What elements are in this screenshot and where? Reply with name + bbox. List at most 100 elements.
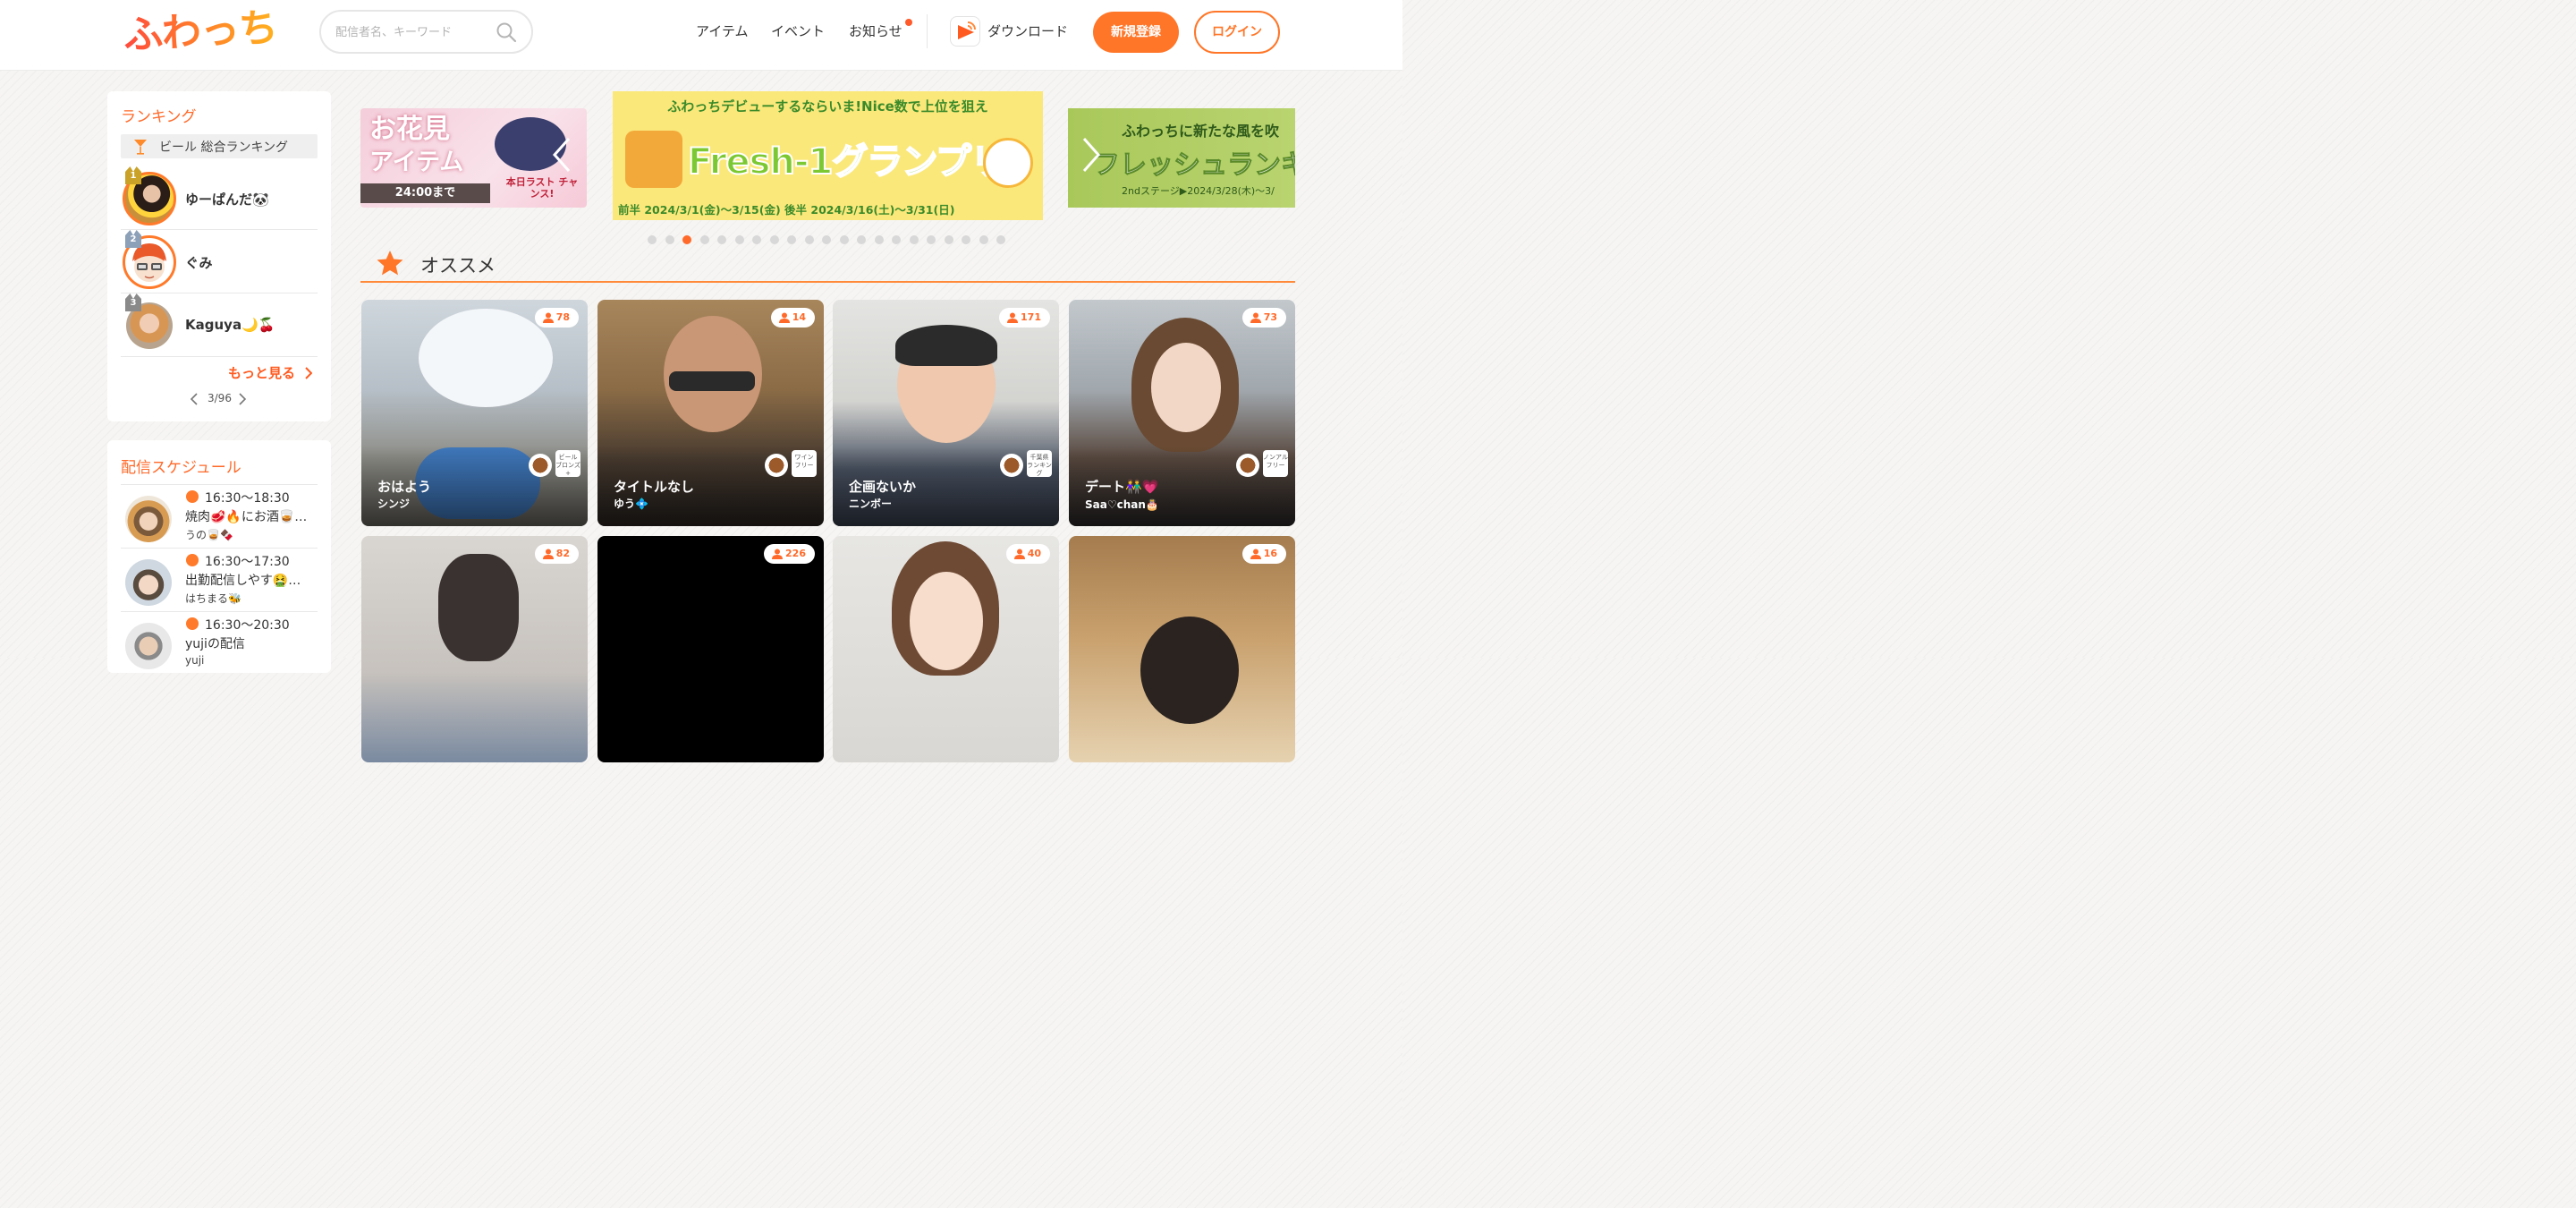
tile-photo-sunglasses bbox=[669, 371, 755, 391]
carousel-dot[interactable] bbox=[769, 235, 779, 244]
ranking-category-selector[interactable]: ビール 総合ランキング bbox=[121, 134, 318, 158]
stream-tile[interactable]: 73 ノンアル フリー デート👫💗 Saa♡chan🎂 bbox=[1069, 300, 1295, 526]
carousel-dot[interactable] bbox=[822, 235, 831, 244]
tile-user: Saa♡chan🎂 bbox=[1085, 498, 1159, 511]
tile-photo-hair bbox=[1140, 617, 1239, 724]
schedule-row[interactable]: 16:30〜20:30 yujiの配信 yuji bbox=[121, 611, 318, 675]
banner-fresh1-top: ふわっちデビューするならいま!Nice数で上位を狙え bbox=[667, 98, 988, 115]
stream-tile[interactable]: 40 bbox=[833, 536, 1059, 762]
chevron-right-icon[interactable] bbox=[238, 393, 247, 405]
carousel-dot[interactable] bbox=[717, 235, 726, 244]
site-logo[interactable]: ふわっち bbox=[122, 0, 278, 64]
rank-crown-gold: 1 bbox=[125, 166, 141, 184]
ranking-name: ゆーぱんだ🐼 bbox=[185, 191, 269, 208]
download-link[interactable]: ダウンロード bbox=[987, 21, 1068, 40]
login-button[interactable]: ログイン bbox=[1194, 11, 1280, 54]
schedule-user: うの🥃🍫 bbox=[185, 529, 233, 541]
carousel-dot[interactable] bbox=[909, 235, 919, 244]
banner-hanami-line2: アイテム bbox=[369, 149, 464, 176]
ranking-row[interactable]: 3 Kaguya🌙🍒 bbox=[121, 293, 318, 357]
carousel-prev-icon[interactable] bbox=[551, 136, 572, 180]
ranking-more-link[interactable]: もっと見る bbox=[228, 363, 313, 382]
carousel-dot[interactable] bbox=[665, 235, 674, 244]
carousel-dot[interactable] bbox=[734, 235, 744, 244]
chevron-left-icon[interactable] bbox=[190, 393, 199, 405]
tile-user: ニンボー bbox=[849, 498, 893, 510]
tile-title: おはよう bbox=[377, 479, 432, 495]
viewer-count-value: 14 bbox=[792, 311, 806, 323]
nav-notices[interactable]: お知らせ bbox=[849, 21, 902, 40]
ranking-category-label: ビール 総合ランキング bbox=[159, 140, 289, 155]
viewer-count: 226 bbox=[764, 544, 815, 564]
schedule-title: 配信スケジュール bbox=[121, 459, 242, 477]
banner-fresh1[interactable]: ふわっちデビューするならいま!Nice数で上位を狙え Fresh-1グランプリ … bbox=[613, 91, 1043, 220]
schedule-time: 16:30〜17:30 bbox=[205, 555, 290, 569]
search-icon[interactable] bbox=[496, 21, 517, 43]
carousel-dot[interactable] bbox=[699, 235, 709, 244]
viewer-count: 40 bbox=[1005, 544, 1050, 564]
carousel-dot[interactable] bbox=[979, 235, 988, 244]
schedule-time: 16:30〜18:30 bbox=[205, 491, 290, 506]
carousel-dot[interactable] bbox=[962, 235, 970, 244]
carousel-dot[interactable] bbox=[892, 235, 901, 244]
person-icon bbox=[542, 549, 554, 559]
stream-tile[interactable]: 226 bbox=[597, 536, 824, 762]
carousel-dot[interactable] bbox=[804, 235, 814, 244]
carousel-dot[interactable] bbox=[648, 235, 657, 244]
carousel-dot[interactable] bbox=[874, 235, 884, 244]
download-app-icon[interactable] bbox=[950, 16, 980, 47]
tile-title: タイトルなし bbox=[614, 479, 695, 495]
viewer-count: 16 bbox=[1241, 544, 1286, 564]
avatar bbox=[125, 496, 172, 542]
nav-items[interactable]: アイテム bbox=[696, 21, 749, 40]
recommend-title: オススメ bbox=[420, 255, 496, 276]
viewer-count: 171 bbox=[999, 308, 1050, 328]
carousel-dot[interactable] bbox=[787, 235, 796, 244]
tile-tag: ワイン フリー bbox=[792, 450, 817, 477]
rank-crown-bronze: 3 bbox=[125, 293, 141, 311]
stream-tile[interactable]: 14 ワイン フリー タイトルなし ゆう💠 bbox=[597, 300, 824, 526]
carousel-dot[interactable] bbox=[927, 235, 936, 244]
carousel-dot[interactable] bbox=[839, 235, 849, 244]
viewer-count: 14 bbox=[770, 308, 815, 328]
mascot-badge-icon bbox=[1000, 454, 1023, 477]
tile-title: デート👫💗 bbox=[1085, 479, 1159, 495]
carousel-dot[interactable] bbox=[752, 235, 761, 244]
schedule-time: 16:30〜20:30 bbox=[205, 618, 290, 633]
carousel-next-icon[interactable] bbox=[1080, 136, 1102, 180]
tile-tag: ノンアル フリー bbox=[1263, 450, 1288, 477]
viewer-count-value: 78 bbox=[555, 311, 570, 323]
carousel-dot[interactable] bbox=[857, 235, 866, 244]
schedule-stream-title: 出勤配信しやす🤮… bbox=[185, 574, 301, 588]
site-header: ふわっち アイテム イベント お知らせ ダウンロード 新規登録 ログイン bbox=[0, 0, 1402, 71]
schedule-row[interactable]: 16:30〜18:30 焼肉🥩🔥にお酒🥃… うの🥃🍫 bbox=[121, 484, 318, 548]
mascot-badge-icon bbox=[529, 454, 552, 477]
banner-right-title: フレッシュランキ bbox=[1093, 149, 1296, 182]
search-input[interactable] bbox=[335, 22, 487, 42]
ranking-row[interactable]: 2 ぐみ bbox=[121, 230, 318, 293]
schedule-row[interactable]: 16:30〜17:30 出勤配信しやす🤮… はちまる🐝 bbox=[121, 548, 318, 611]
stream-tile[interactable]: 82 bbox=[361, 536, 588, 762]
notification-dot bbox=[905, 19, 912, 26]
carousel-dot[interactable] bbox=[996, 235, 1005, 244]
ranking-row[interactable]: 1 ゆーぱんだ🐼 bbox=[121, 166, 318, 230]
avatar bbox=[125, 559, 172, 606]
signup-button[interactable]: 新規登録 bbox=[1093, 12, 1179, 53]
carousel-dot[interactable] bbox=[944, 235, 953, 244]
stream-tile[interactable]: 78 ビール ブロンズ+ おはよう シンジ bbox=[361, 300, 588, 526]
viewer-count-value: 82 bbox=[555, 548, 570, 559]
ranking-name: Kaguya🌙🍒 bbox=[185, 317, 275, 333]
viewer-count: 73 bbox=[1241, 308, 1286, 328]
banner-right-top: ふわっちに新たな風を吹 bbox=[1122, 123, 1280, 140]
viewer-count: 82 bbox=[534, 544, 579, 564]
tile-tag: ビール ブロンズ+ bbox=[555, 450, 580, 477]
carousel-dot[interactable] bbox=[682, 235, 691, 244]
stream-tile[interactable]: 171 千葉県 ランキング 企画ないか ニンボー bbox=[833, 300, 1059, 526]
viewer-count-value: 73 bbox=[1263, 311, 1277, 323]
banner-fresh-ranking[interactable]: ふわっちに新たな風を吹 フレッシュランキ 2ndステージ▶2024/3/28(木… bbox=[1068, 108, 1295, 208]
nav-events[interactable]: イベント bbox=[771, 21, 825, 40]
stream-tile[interactable]: 16 bbox=[1069, 536, 1295, 762]
banner-hanami-time: 24:00まで bbox=[360, 183, 490, 203]
ranking-name: ぐみ bbox=[185, 255, 213, 271]
section-divider bbox=[360, 281, 1295, 283]
